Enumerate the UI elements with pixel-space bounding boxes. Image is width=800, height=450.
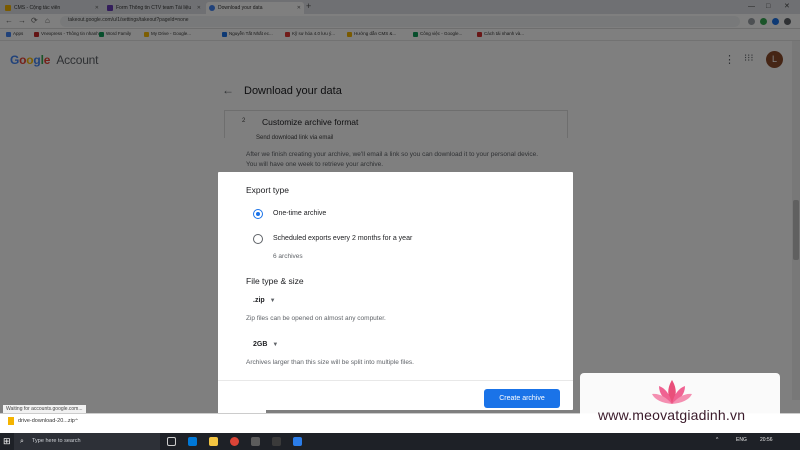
size-note: Archives larger than this size will be s… (246, 359, 414, 366)
download-item[interactable]: drive-download-20...zip (8, 417, 75, 425)
app-icon[interactable] (293, 437, 302, 446)
one-time-radio[interactable] (253, 209, 263, 219)
lotus-logo-icon (652, 380, 692, 404)
dialog-divider (218, 380, 573, 381)
zip-file-icon (8, 417, 14, 425)
status-text: Waiting for accounts.google.com... (3, 405, 86, 413)
taskbar-search[interactable]: ⌕ Type here to search (14, 433, 160, 450)
file-type-label: File type & size (246, 276, 304, 286)
tray-time[interactable]: 20:56 (760, 437, 773, 443)
screen: CMS - Cộng tác viên ✕ Form Thông tin CTV… (0, 0, 800, 450)
chevron-up-icon[interactable]: ⌃ (74, 418, 79, 425)
task-view-icon[interactable] (167, 437, 176, 446)
chrome-icon[interactable] (230, 437, 239, 446)
scheduled-label[interactable]: Scheduled exports every 2 months for a y… (273, 235, 412, 242)
download-file-name: drive-download-20...zip (18, 418, 75, 424)
archive-format-dialog: Export type One-time archive Scheduled e… (218, 172, 573, 410)
dropdown-caret-icon: ▼ (269, 298, 276, 304)
search-placeholder: Type here to search (32, 438, 81, 444)
export-type-label: Export type (246, 185, 289, 195)
one-time-label[interactable]: One-time archive (273, 210, 326, 217)
tray-lang[interactable]: ENG (736, 437, 747, 443)
edge-icon[interactable] (188, 437, 197, 446)
tray-arrow-icon[interactable]: ^ (716, 437, 718, 443)
create-archive-button[interactable]: Create archive (484, 389, 560, 408)
scheduled-radio[interactable] (253, 234, 263, 244)
search-icon: ⌕ (20, 438, 24, 445)
windows-start-icon[interactable]: ⊞ (3, 436, 11, 447)
watermark-text: www.meovatgiadinh.vn (598, 407, 746, 423)
archive-size-select[interactable]: 2GB ▼ (253, 341, 278, 348)
file-type-select[interactable]: .zip ▼ (253, 297, 276, 304)
page-fragment (218, 404, 266, 413)
dropdown-caret-icon: ▼ (272, 342, 279, 348)
file-type-note: Zip files can be opened on almost any co… (246, 315, 386, 322)
mail-icon[interactable] (272, 437, 281, 446)
scheduled-note: 6 archives (273, 253, 303, 260)
store-icon[interactable] (251, 437, 260, 446)
file-explorer-icon[interactable] (209, 437, 218, 446)
file-type-value: .zip (253, 297, 265, 304)
size-value: 2GB (253, 341, 268, 348)
